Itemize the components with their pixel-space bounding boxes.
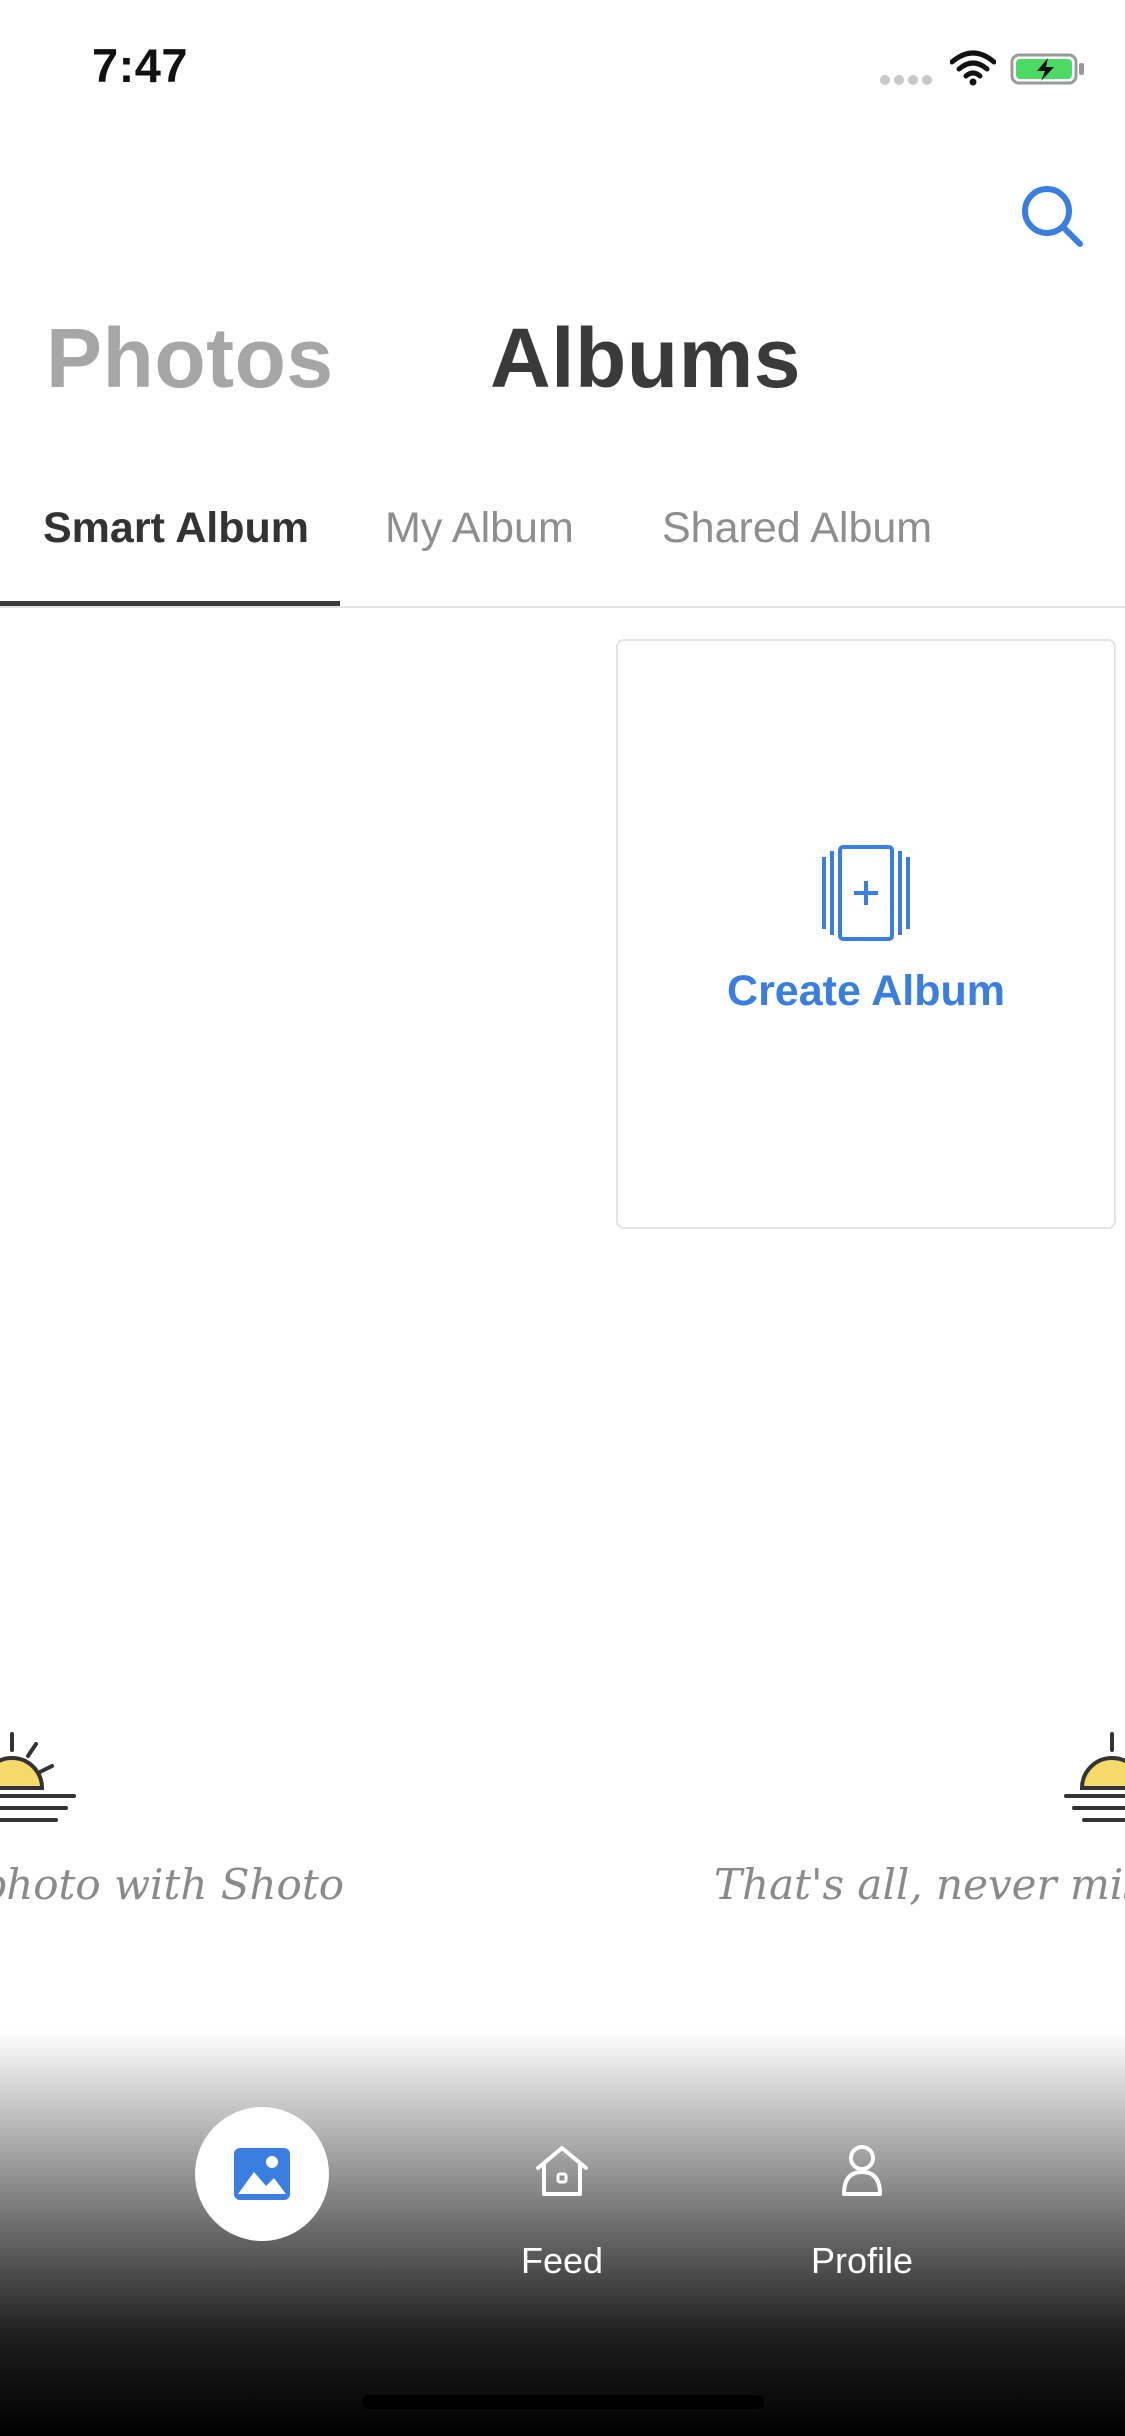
- person-icon: [842, 2145, 882, 2196]
- subtab-smart-album[interactable]: Smart Album: [43, 504, 309, 553]
- tabs-divider: [0, 606, 1125, 608]
- tab-albums[interactable]: Albums: [490, 310, 801, 407]
- album-type-tabs: Smart Album My Album Shared Album: [0, 470, 1125, 610]
- create-album-card[interactable]: Create Album: [616, 639, 1116, 1229]
- wifi-icon: [950, 50, 996, 86]
- carousel-slide: That's all, never miss: [710, 1700, 1125, 1940]
- app-screen: 7:47 Photos Albums Smart Album My Album …: [0, 0, 1125, 2436]
- subtab-my-album[interactable]: My Album: [385, 504, 574, 553]
- sunrise-icon: [1064, 1732, 1125, 1822]
- nav-feed[interactable]: Feed: [462, 2140, 662, 2282]
- photo-icon: [234, 2148, 290, 2200]
- nav-profile-label: Profile: [810, 2240, 914, 2281]
- onboarding-carousel[interactable]: s a photo with Shoto That's all, never m…: [0, 1700, 1125, 1940]
- nav-profile[interactable]: Profile: [762, 2140, 962, 2282]
- status-bar: 7:47: [0, 0, 1125, 132]
- home-indicator: [362, 2395, 764, 2409]
- carousel-caption: That's all, never miss: [714, 1860, 1125, 1909]
- sunrise-icon: [0, 1732, 76, 1822]
- bottom-nav: Feed Profile: [0, 2030, 1125, 2436]
- nav-photos-button[interactable]: [195, 2107, 329, 2241]
- battery-icon: [1010, 53, 1084, 85]
- add-album-icon: [822, 845, 910, 941]
- tab-photos[interactable]: Photos: [46, 310, 334, 407]
- cellular-signal-icon: [880, 72, 936, 85]
- carousel-caption: s a photo with Shoto: [0, 1860, 344, 1909]
- nav-feed-label: Feed: [520, 2240, 604, 2281]
- status-time: 7:47: [92, 39, 189, 92]
- search-icon[interactable]: [1016, 180, 1088, 252]
- carousel-slide: s a photo with Shoto: [0, 1700, 440, 1940]
- home-icon: [536, 2146, 588, 2196]
- create-album-label: Create Album: [727, 967, 1005, 1015]
- subtab-shared-album[interactable]: Shared Album: [662, 504, 932, 553]
